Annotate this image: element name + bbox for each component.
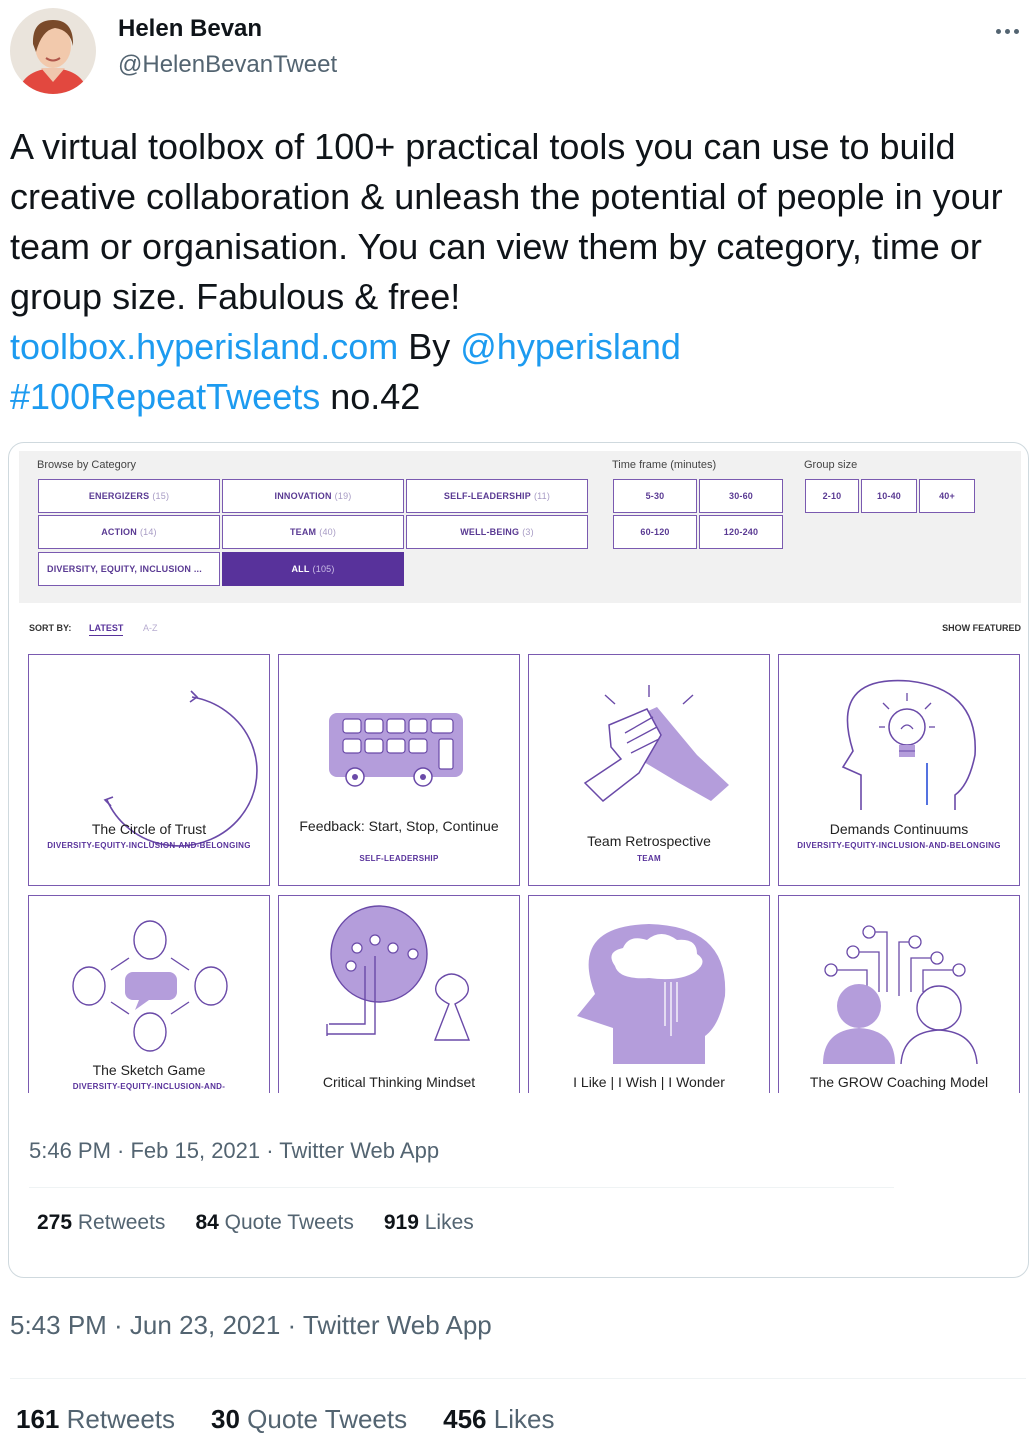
card-title: The GROW Coaching Model [809, 1074, 989, 1090]
category-all[interactable]: ALL (105) [222, 552, 404, 586]
category-well-being[interactable]: WELL-BEING (3) [406, 515, 588, 549]
retweets-stat[interactable]: 161 Retweets [16, 1404, 175, 1435]
tool-card[interactable]: The Circle of Trust DIVERSITY-EQUITY-INC… [28, 654, 270, 886]
timeframe-60-120[interactable]: 60-120 [613, 515, 697, 549]
quoted-likes[interactable]: 919 Likes [384, 1211, 474, 1235]
head-cloud-icon [577, 924, 726, 1064]
author-name[interactable]: Helen Bevan [118, 15, 262, 43]
card-category: DIVERSITY-EQUITY-INCLUSION-AND-BELONGING [47, 841, 251, 850]
category-action[interactable]: ACTION (14) [38, 515, 220, 549]
stats-divider [10, 1378, 1026, 1379]
category-team[interactable]: TEAM (40) [222, 515, 404, 549]
likes-stat[interactable]: 456 Likes [443, 1404, 554, 1435]
more-options-icon[interactable] [992, 18, 1022, 44]
groupsize-2-10[interactable]: 2-10 [805, 479, 859, 513]
groupsize-label: Group size [804, 459, 858, 471]
card-title: Feedback: Start, Stop, Continue [299, 818, 499, 834]
tweet-text: A virtual toolbox of 100+ practical tool… [10, 122, 1030, 422]
tweet-body: A virtual toolbox of 100+ practical tool… [10, 126, 1003, 317]
category-self-leadership[interactable]: SELF-LEADERSHIP (11) [406, 479, 588, 513]
tool-card[interactable]: Critical Thinking Mindset [278, 895, 520, 1093]
tool-card[interactable]: Team Retrospective TEAM [528, 654, 770, 886]
quote-tweets-stat[interactable]: 30 Quote Tweets [211, 1404, 407, 1435]
quoted-retweets[interactable]: 275 Retweets [37, 1211, 165, 1235]
tool-card[interactable]: The Sketch Game DIVERSITY-EQUITY-INCLUSI… [28, 895, 270, 1093]
card-category: DIVERSITY-EQUITY-INCLUSION-AND-BELONGING [797, 841, 1001, 850]
show-featured[interactable]: SHOW FEATURED [942, 623, 1021, 633]
tool-card[interactable]: I Like | I Wish | I Wonder [528, 895, 770, 1093]
card-title: Demands Continuums [829, 821, 969, 837]
timeframe-5-30[interactable]: 5-30 [613, 479, 697, 513]
quoted-stats: 275 Retweets 84 Quote Tweets 919 Likes [37, 1211, 474, 1235]
groupsize-40-plus[interactable]: 40+ [919, 479, 975, 513]
author-handle[interactable]: @HelenBevanTweet [118, 51, 337, 79]
head-lightbulb-icon [841, 679, 976, 810]
bus-icon [329, 713, 463, 787]
card-title: Team Retrospective [587, 833, 711, 849]
tool-card[interactable]: The GROW Coaching Model [778, 895, 1020, 1093]
toolbox-screenshot[interactable]: Browse by Category Time frame (minutes) … [19, 451, 1021, 1093]
tweet-suffix: no.42 [330, 376, 421, 417]
tweet-timestamp[interactable]: 5:43 PM · Jun 23, 2021 · Twitter Web App [10, 1310, 492, 1341]
avatar[interactable] [10, 8, 96, 94]
groupsize-10-40[interactable]: 10-40 [861, 479, 917, 513]
category-energizers[interactable]: ENERGIZERS (15) [38, 479, 220, 513]
toolbox-link[interactable]: toolbox.hyperisland.com [10, 326, 398, 367]
circle-of-trust-icon [103, 690, 258, 847]
sort-bar: SORT BY: LATEST A-Z SHOW FEATURED [19, 617, 1021, 641]
sort-label: SORT BY: [29, 623, 72, 633]
category-innovation[interactable]: INNOVATION (19) [222, 479, 404, 513]
quoted-quote-tweets[interactable]: 84 Quote Tweets [195, 1211, 353, 1235]
tool-card[interactable]: Feedback: Start, Stop, Continue SELF-LEA… [278, 654, 520, 886]
timeframe-30-60[interactable]: 30-60 [699, 479, 783, 513]
category-diversity[interactable]: DIVERSITY, EQUITY, INCLUSION ... [38, 552, 220, 586]
sort-latest[interactable]: LATEST [89, 623, 124, 636]
quoted-tweet-card[interactable]: Browse by Category Time frame (minutes) … [8, 442, 1029, 1278]
card-category: SELF-LEADERSHIP [359, 854, 439, 863]
by-text: By [408, 326, 451, 367]
browse-label: Browse by Category [37, 459, 137, 471]
card-title: Critical Thinking Mindset [322, 1074, 476, 1090]
tweet-stats: 161 Retweets 30 Quote Tweets 456 Likes [16, 1404, 554, 1435]
quoted-divider [29, 1187, 894, 1188]
card-title: The Circle of Trust [91, 821, 207, 837]
grow-coaching-icon [823, 925, 978, 1065]
card-title: The Sketch Game [92, 1062, 206, 1078]
quoted-timestamp[interactable]: 5:46 PM · Feb 15, 2021 · Twitter Web App [29, 1138, 439, 1164]
hashtag-link[interactable]: #100RepeatTweets [10, 376, 320, 417]
mention-link[interactable]: @hyperisland [460, 326, 681, 367]
sort-az[interactable]: A-Z [143, 623, 158, 633]
high-five-icon [583, 685, 729, 802]
timeframe-120-240[interactable]: 120-240 [699, 515, 783, 549]
card-category: TEAM [637, 854, 661, 863]
key-and-keyhole-icon [326, 905, 471, 1041]
filter-panel: Browse by Category Time frame (minutes) … [19, 451, 1021, 603]
card-category: DIVERSITY-EQUITY-INCLUSION-AND- [72, 1082, 226, 1091]
timeframe-label: Time frame (minutes) [612, 459, 717, 471]
card-title: I Like | I Wish | I Wonder [573, 1074, 725, 1090]
tool-card[interactable]: Demands Continuums DIVERSITY-EQUITY-INCL… [778, 654, 1020, 886]
